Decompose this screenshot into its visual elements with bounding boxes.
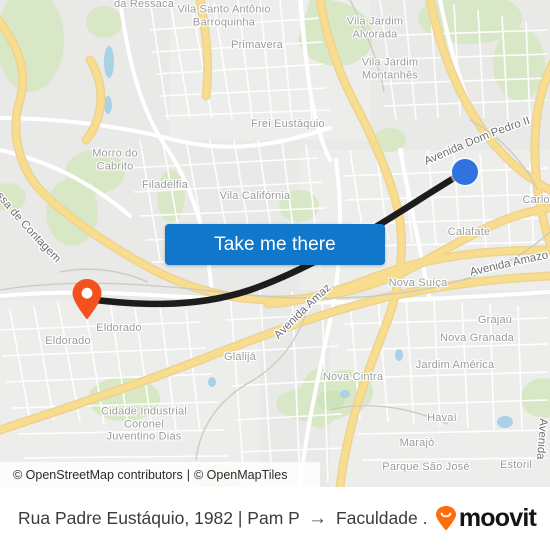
origin-dot-marker[interactable] — [452, 159, 478, 185]
destination-pin-marker[interactable] — [71, 278, 103, 320]
moovit-pin-icon — [435, 506, 456, 531]
attribution-openmaptiles[interactable]: © OpenMapTiles — [194, 468, 288, 482]
moovit-logo[interactable]: moovit — [435, 504, 537, 532]
moovit-route-screen: Avenida Dom Pedro II Avenida Amazonas Av… — [0, 0, 550, 550]
attribution-osm[interactable]: © OpenStreetMap contributors — [13, 468, 183, 482]
map-pin-icon — [72, 279, 102, 320]
trip-summary[interactable]: Rua Padre Eustáquio, 1982 | Pam Pa... → … — [18, 508, 429, 530]
map-attribution: © OpenStreetMap contributors | © OpenMap… — [0, 462, 320, 487]
take-me-there-button[interactable]: Take me there — [165, 224, 385, 265]
moovit-wordmark: moovit — [458, 504, 537, 532]
trip-origin-label: Rua Padre Eustáquio, 1982 | Pam Pa... — [18, 508, 299, 528]
trip-destination-label: Faculdade ... — [335, 508, 429, 528]
arrow-right-icon: → — [307, 507, 327, 529]
attribution-separator: | — [186, 467, 190, 482]
bottom-bar: Rua Padre Eustáquio, 1982 | Pam Pa... → … — [0, 487, 550, 550]
map-canvas[interactable]: Avenida Dom Pedro II Avenida Amazonas Av… — [0, 0, 550, 487]
